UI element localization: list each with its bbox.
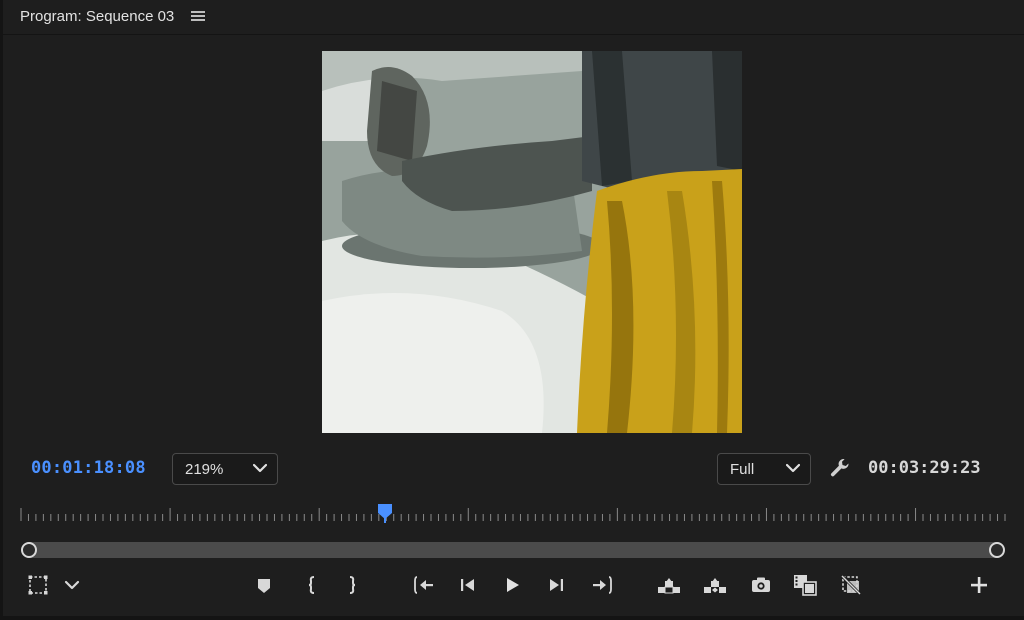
step-back-icon — [461, 579, 474, 591]
toggle-proxies-button[interactable] — [838, 572, 864, 598]
chevron-down-icon — [253, 463, 267, 473]
video-frame-image — [322, 51, 742, 433]
go-to-out-icon — [593, 576, 612, 594]
step-forward-button[interactable] — [543, 572, 569, 598]
mark-out-icon — [349, 576, 356, 594]
go-to-in-icon — [414, 576, 433, 594]
zoom-scroll-right-handle[interactable] — [989, 542, 1005, 558]
panel-left-edge — [0, 0, 3, 620]
zoom-scroll-left-handle[interactable] — [21, 542, 37, 558]
titlebar-divider — [0, 34, 1024, 35]
step-forward-icon — [550, 579, 563, 591]
add-marker-button[interactable] — [251, 572, 277, 598]
comparison-view-icon — [794, 575, 817, 596]
go-to-in-button[interactable] — [411, 572, 437, 598]
mark-out-button[interactable] — [339, 572, 365, 598]
extract-button[interactable] — [702, 572, 728, 598]
playback-resolution-value: Full — [730, 461, 755, 478]
mark-in-icon — [308, 576, 315, 594]
button-editor-button[interactable] — [966, 572, 992, 598]
play-button[interactable] — [499, 572, 525, 598]
panel-title: Program: Sequence 03 — [20, 8, 175, 25]
current-timecode[interactable]: 00:01:18:08 — [31, 458, 146, 478]
hamburger-icon[interactable] — [191, 9, 205, 23]
sequence-duration-timecode: 00:03:29:23 — [868, 458, 981, 478]
settings-dropdown-button[interactable] — [59, 572, 85, 598]
safe-margins-button[interactable] — [25, 572, 51, 598]
lift-button[interactable] — [656, 572, 682, 598]
panel-titlebar: Program: Sequence 03 — [0, 0, 1024, 34]
mark-in-button[interactable] — [299, 572, 325, 598]
time-ruler[interactable] — [18, 505, 1008, 525]
camera-icon — [752, 577, 770, 592]
go-to-out-button[interactable] — [589, 572, 615, 598]
zoom-level-value: 219% — [185, 461, 224, 478]
panel-bottom-edge — [0, 616, 1024, 620]
step-back-button[interactable] — [455, 572, 481, 598]
zoom-level-dropdown[interactable]: 219% — [172, 453, 278, 485]
zoom-scroll-bar[interactable] — [22, 542, 1004, 558]
add-marker-icon — [258, 579, 270, 593]
safe-margins-icon — [28, 575, 48, 595]
export-frame-button[interactable] — [748, 572, 774, 598]
extract-icon — [704, 578, 726, 593]
plus-icon — [971, 577, 987, 593]
proxy-toggle-icon — [840, 574, 862, 596]
playhead-marker[interactable] — [377, 503, 393, 523]
chevron-down-icon — [786, 463, 800, 473]
chevron-down-icon — [64, 580, 80, 590]
program-monitor-video[interactable] — [322, 51, 742, 433]
play-icon — [507, 578, 519, 592]
comparison-view-button[interactable] — [792, 572, 818, 598]
wrench-settings-icon[interactable] — [829, 457, 851, 479]
playback-resolution-dropdown[interactable]: Full — [717, 453, 811, 485]
lift-icon — [658, 578, 680, 594]
